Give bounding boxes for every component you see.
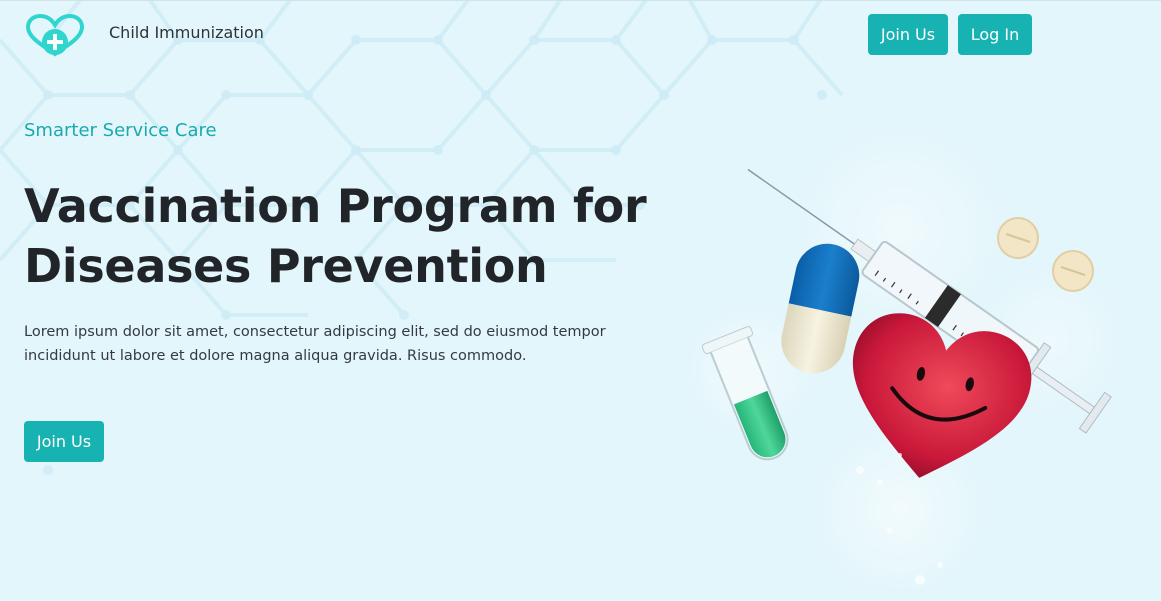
hero-eyebrow: Smarter Service Care (24, 120, 217, 141)
headline-line-1: Vaccination Program for (24, 179, 647, 233)
capsule-icon (781, 243, 860, 374)
hero-paragraph: Lorem ipsum dolor sit amet, consectetur … (24, 320, 624, 368)
brand-name[interactable]: Child Immunization (109, 23, 264, 42)
navbar: Child Immunization Join Us Log In (0, 0, 1161, 68)
paragraph-line-2: incididunt ut labore et dolore magna ali… (24, 348, 527, 364)
hero-join-button[interactable]: Join Us (24, 421, 104, 462)
nav-login-button[interactable]: Log In (958, 14, 1032, 55)
vaccination-illustration (690, 120, 1130, 600)
paragraph-line-1: Lorem ipsum dolor sit amet, consectetur … (24, 324, 606, 340)
heart-plus-icon[interactable] (24, 14, 86, 58)
hero-section: Smarter Service Care Vaccination Program… (24, 110, 664, 462)
hero-headline: Vaccination Program for Diseases Prevent… (24, 176, 664, 296)
nav-join-button[interactable]: Join Us (868, 14, 948, 55)
headline-line-2: Diseases Prevention (24, 239, 548, 293)
